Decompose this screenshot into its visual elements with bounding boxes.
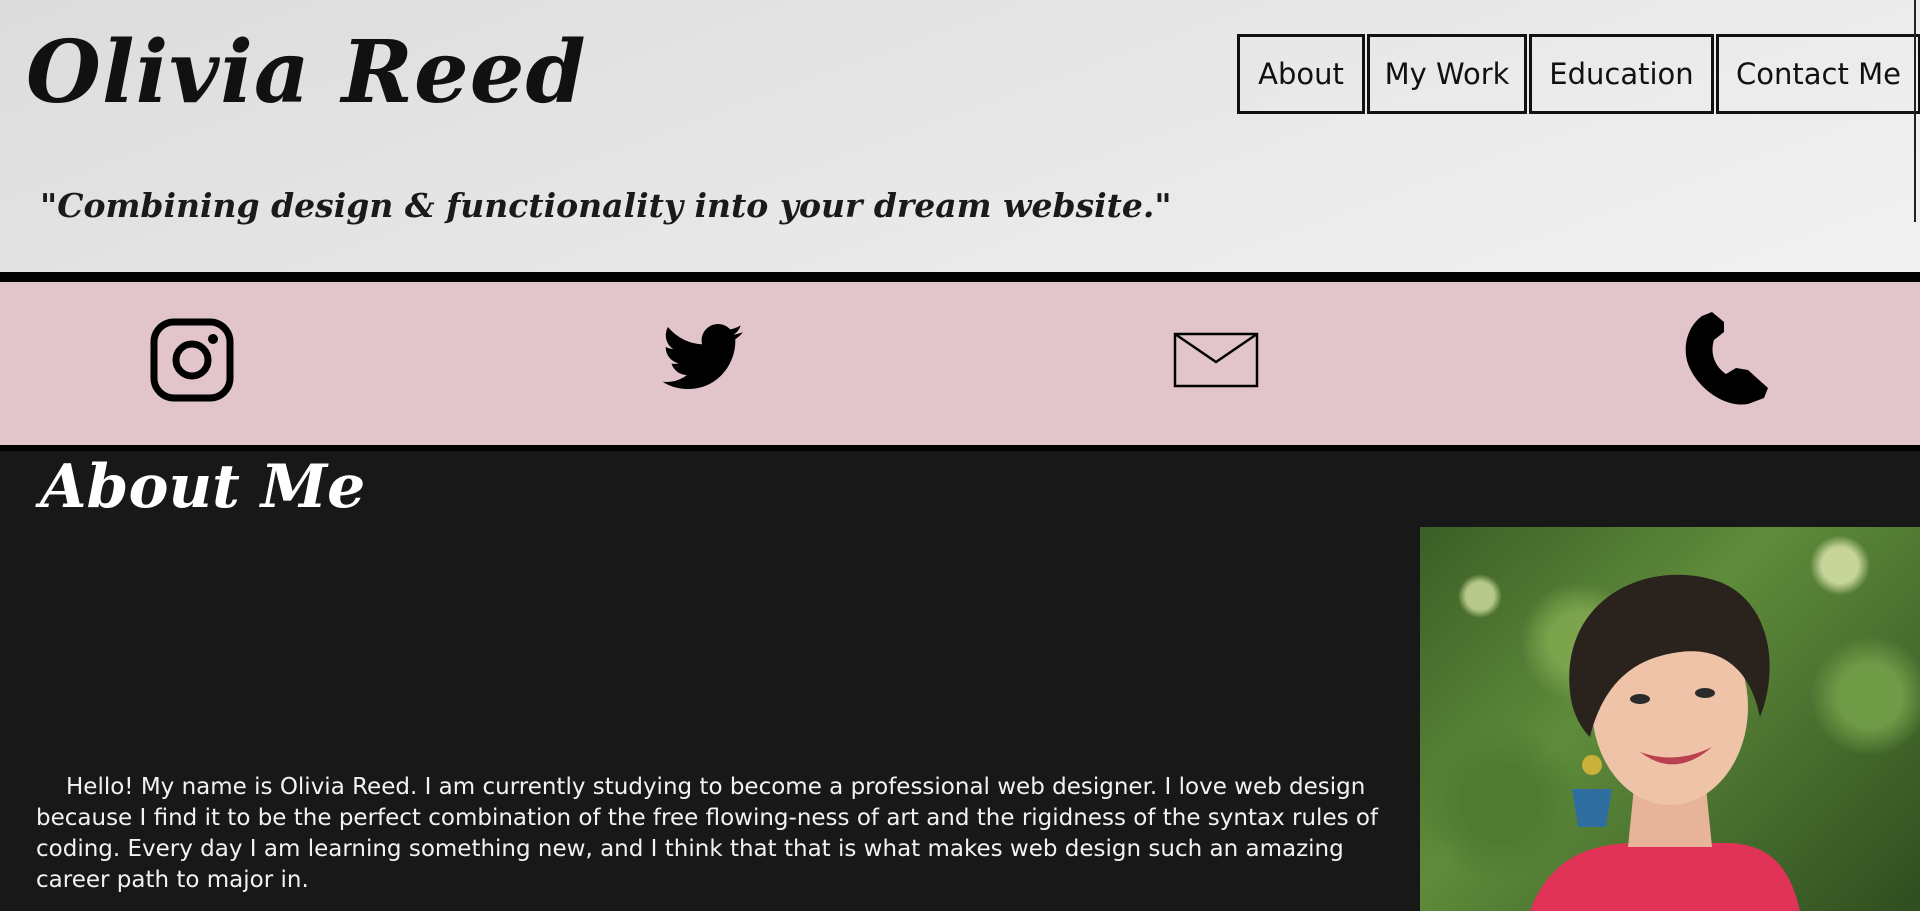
social-band: [0, 282, 1920, 445]
phone-icon[interactable]: [1684, 312, 1770, 408]
about-heading: About Me: [40, 452, 366, 522]
instagram-icon[interactable]: [150, 318, 234, 402]
about-paragraph: Hello! My name is Olivia Reed. I am curr…: [36, 774, 1379, 893]
site-title: Olivia Reed: [26, 22, 587, 123]
nav-contact-me[interactable]: Contact Me: [1716, 34, 1920, 114]
band-divider: [0, 445, 1920, 451]
tagline: "Combining design & functionality into y…: [40, 186, 1172, 225]
main-nav: About My Work Education Contact Me: [1237, 34, 1920, 114]
mail-icon[interactable]: [1173, 332, 1259, 388]
profile-photo: [1420, 527, 1920, 911]
header: Olivia Reed "Combining design & function…: [0, 0, 1920, 272]
nav-education[interactable]: Education: [1529, 34, 1714, 114]
twitter-icon[interactable]: [662, 324, 744, 396]
nav-my-work[interactable]: My Work: [1367, 34, 1527, 114]
portrait-illustration: [1530, 574, 1800, 911]
nav-about[interactable]: About: [1237, 34, 1365, 114]
header-divider: [0, 272, 1920, 282]
nav-edge-divider: [1914, 0, 1916, 222]
